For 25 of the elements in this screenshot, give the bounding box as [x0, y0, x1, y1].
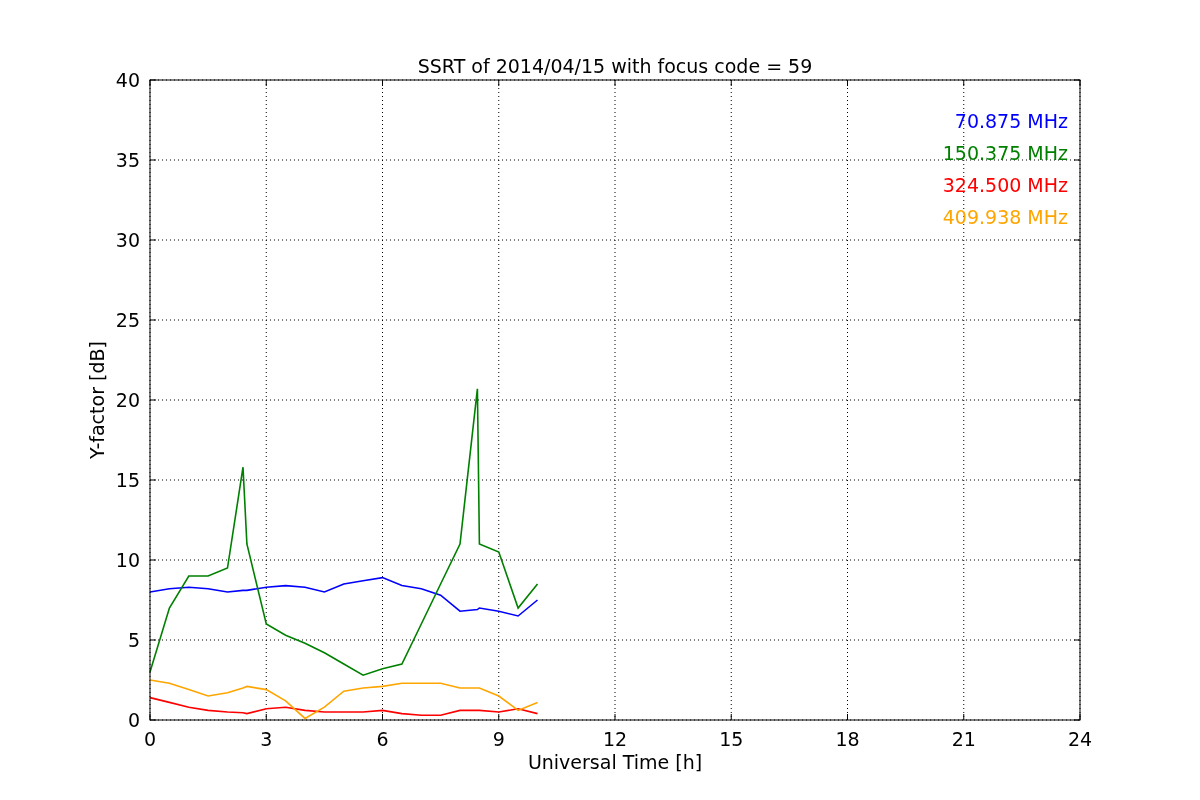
tick-label: 35	[115, 149, 140, 171]
tick-label: 18	[835, 728, 860, 750]
tick-label: 40	[115, 69, 140, 91]
legend-label: 409.938 MHz	[942, 206, 1068, 228]
tick-label: 20	[115, 389, 140, 411]
tick-label: 12	[602, 728, 628, 750]
legend-label: 324.500 MHz	[942, 174, 1068, 196]
y-axis-label: Y-factor [dB]	[86, 341, 108, 459]
legend-label: 150.375 MHz	[942, 142, 1068, 164]
tick-label: 24	[1067, 728, 1093, 750]
tick-label: 15	[115, 469, 140, 491]
tick-label: 30	[115, 229, 140, 251]
legend-label: 70.875 MHz	[954, 110, 1068, 132]
tick-label: 6	[376, 728, 389, 750]
tick-label: 0	[143, 728, 157, 750]
tick-label: 10	[115, 549, 140, 571]
tick-label: 15	[719, 728, 744, 750]
tick-label: 3	[260, 728, 273, 750]
tick-label: 5	[127, 629, 140, 651]
x-axis-label: Universal Time [h]	[527, 751, 703, 773]
tick-label: 9	[492, 728, 505, 750]
chart-title: SSRT of 2014/04/15 with focus code = 59	[417, 55, 813, 77]
tick-label: 0	[127, 709, 140, 731]
tick-label: 25	[115, 309, 140, 331]
tick-label: 21	[951, 728, 976, 750]
